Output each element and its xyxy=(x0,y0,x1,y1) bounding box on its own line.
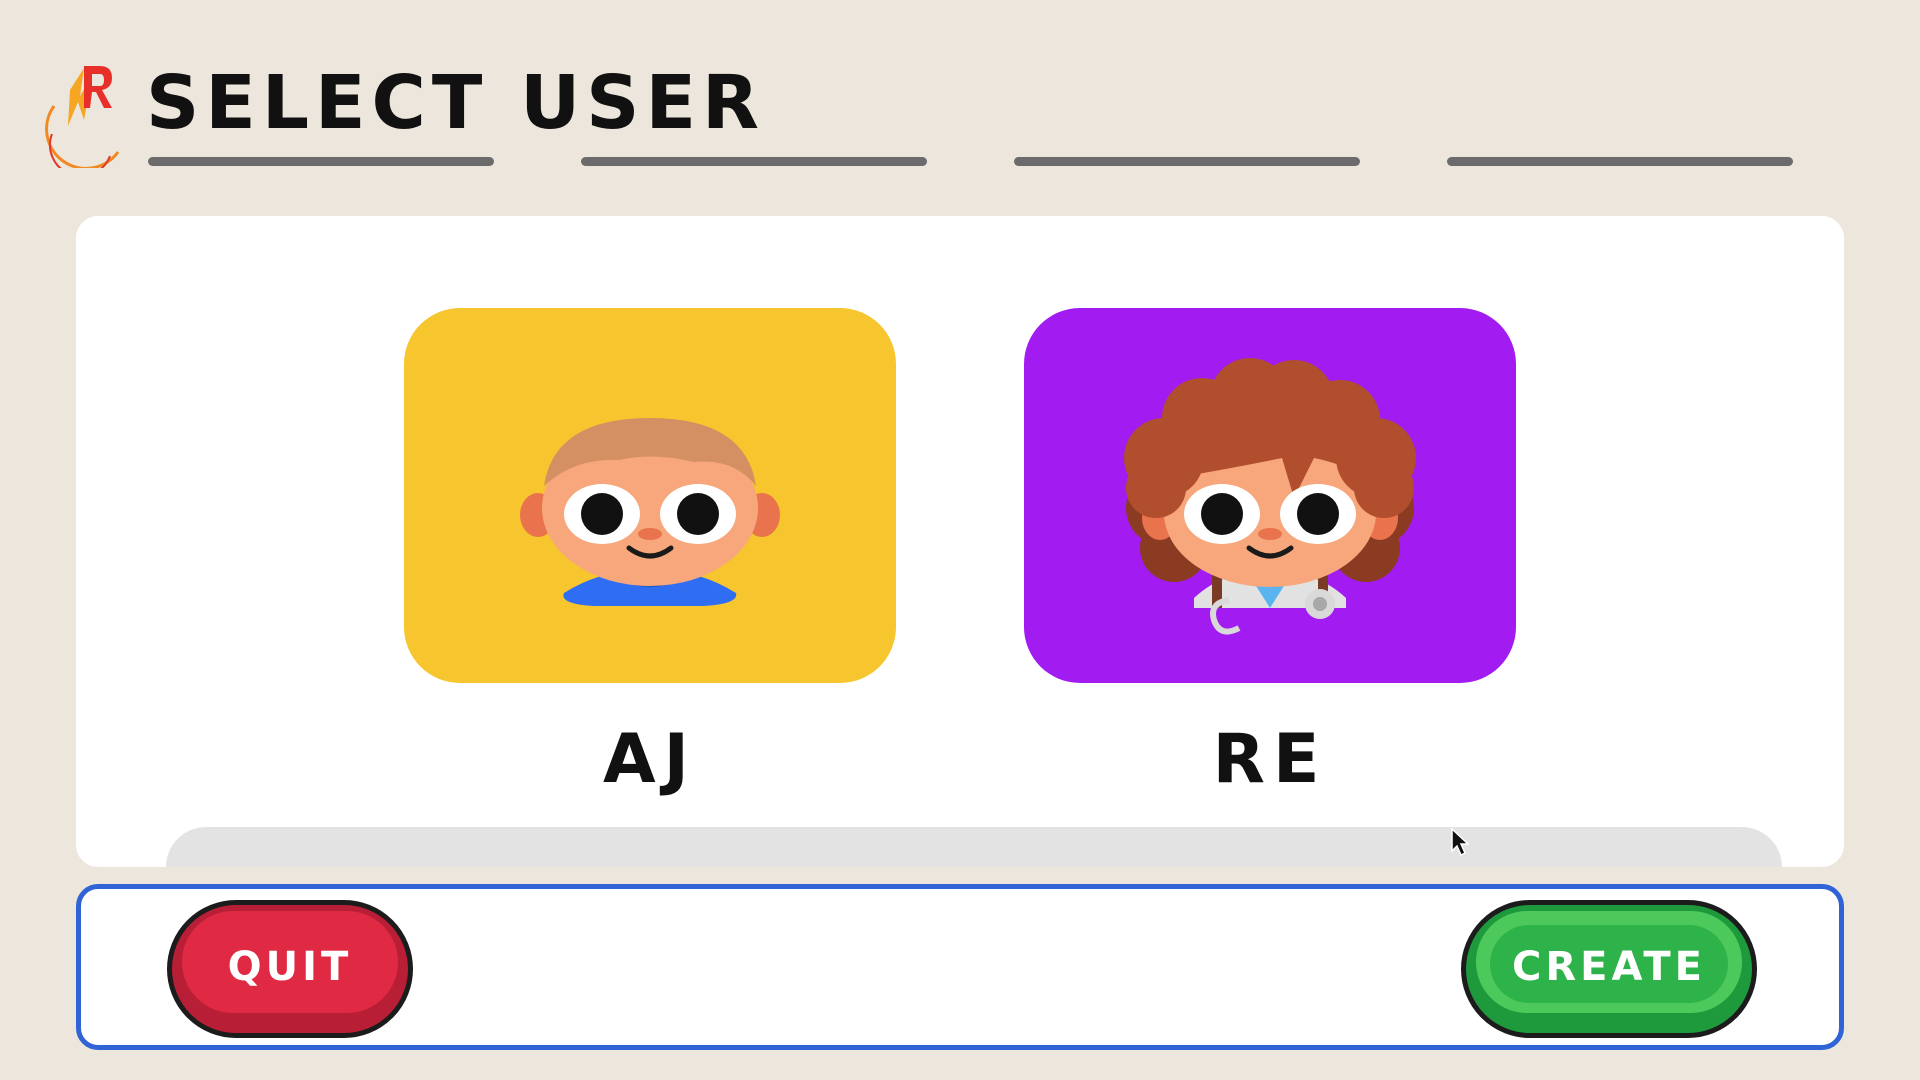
progress-segment-4 xyxy=(1447,157,1793,166)
mouse-pointer-icon xyxy=(1451,827,1470,857)
progress-segment-1 xyxy=(148,157,494,166)
boy-avatar-icon xyxy=(520,418,780,606)
page-title: SELECT USER xyxy=(146,60,766,146)
action-bar: QUIT CREATE xyxy=(76,884,1844,1050)
panel-shadow xyxy=(166,827,1782,867)
user-card-re[interactable] xyxy=(1024,308,1516,683)
create-button[interactable]: CREATE xyxy=(1461,900,1757,1038)
user-card-aj[interactable] xyxy=(404,308,896,683)
app-logo-icon xyxy=(45,66,120,168)
user-name-re[interactable]: RE xyxy=(1024,726,1516,794)
doctor-avatar-icon xyxy=(1124,358,1416,635)
user-list-panel: AJ RE xyxy=(76,216,1844,867)
quit-button-label: QUIT xyxy=(227,944,353,990)
progress-segment-2 xyxy=(581,157,927,166)
progress-segment-3 xyxy=(1014,157,1360,166)
create-button-label: CREATE xyxy=(1512,944,1706,990)
select-user-screen: SELECT USER AJ RE QUIT CREATE xyxy=(0,0,1920,1080)
quit-button[interactable]: QUIT xyxy=(167,900,413,1038)
user-name-aj[interactable]: AJ xyxy=(404,726,896,794)
